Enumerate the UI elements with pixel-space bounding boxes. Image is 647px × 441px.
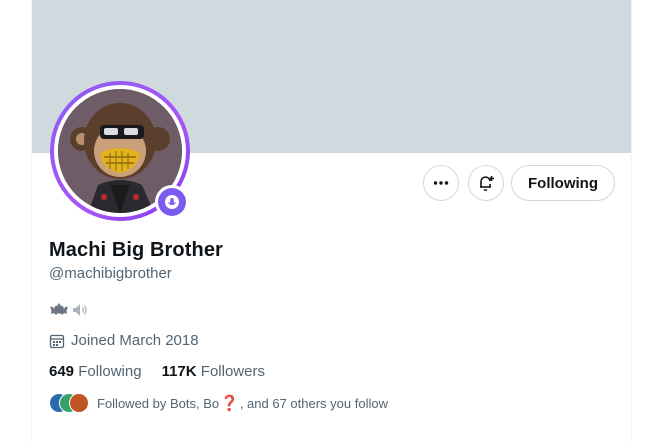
- joined-date: Joined March 2018: [49, 332, 199, 349]
- display-name: Machi Big Brother: [49, 239, 223, 261]
- followers-link[interactable]: 117K Followers: [162, 363, 265, 380]
- followed-by-avatars: [49, 393, 95, 413]
- user-handle: @machibigbrother: [49, 265, 172, 282]
- followers-count: 117K: [161, 363, 197, 380]
- followed-by-suffix: , and 67 others you follow: [239, 395, 388, 411]
- spaces-badge[interactable]: [155, 185, 189, 219]
- microphone-icon: [165, 195, 179, 209]
- speaker-icon: [73, 304, 87, 316]
- joined-text: Joined March 2018: [71, 332, 199, 349]
- question-mark-emoji: ❓: [220, 395, 239, 412]
- mini-avatar: [69, 393, 89, 413]
- follow-stats: 649 Following 117K Followers: [49, 363, 265, 380]
- following-count: 649: [49, 363, 75, 380]
- more-button[interactable]: [423, 165, 459, 201]
- following-link[interactable]: 649 Following: [49, 363, 142, 380]
- notifications-button[interactable]: [468, 165, 504, 201]
- following-button[interactable]: Following: [511, 165, 615, 201]
- calendar-icon: [49, 334, 65, 348]
- followed-by[interactable]: Followed by Bots, Bo ❓ , and 67 others y…: [49, 393, 388, 413]
- following-label: Following: [78, 363, 142, 380]
- bio: [49, 301, 91, 319]
- bell-plus-icon: [480, 176, 494, 191]
- followers-label: Followers: [200, 363, 265, 380]
- profile-column: Following Machi Big Brother @machibigbro…: [31, 0, 632, 441]
- bat-icon: [50, 303, 68, 315]
- followed-by-prefix: Followed by Bots, Bo: [97, 395, 220, 411]
- more-horizontal-icon: [433, 181, 449, 185]
